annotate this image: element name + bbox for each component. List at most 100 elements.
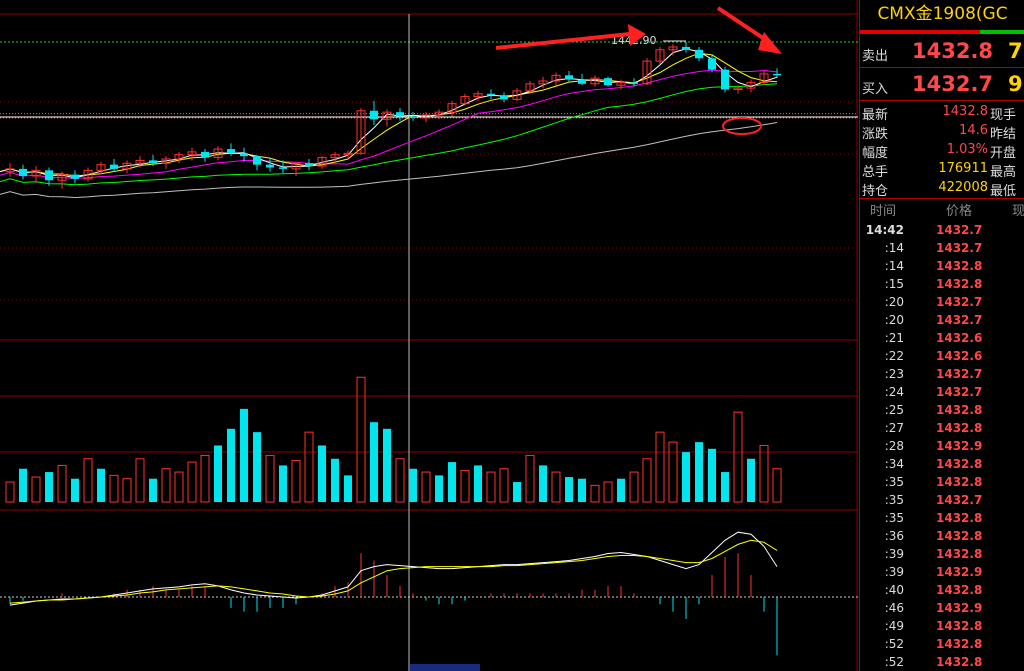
- volume-bar: [708, 448, 716, 502]
- tick-price: 1432.7: [936, 385, 983, 399]
- info-value: 422008: [938, 180, 988, 195]
- tick-time: :22: [884, 349, 904, 363]
- info-label: 持仓: [862, 184, 889, 199]
- candle-body: [409, 116, 417, 118]
- tick-row: :20 1432.7: [860, 311, 1024, 329]
- sell-buy-ratio-bar: [860, 30, 980, 34]
- info-row: 幅度 1.03% 开盘: [860, 141, 1024, 161]
- candle-body: [396, 112, 404, 117]
- volume-bar: [200, 454, 210, 503]
- info-value: 1.03%: [946, 142, 988, 157]
- tick-price: 1432.8: [936, 457, 983, 471]
- info-label-2: 昨结: [990, 127, 1017, 142]
- volume-bar: [629, 471, 639, 503]
- volume-bar: [565, 477, 573, 502]
- volume-bar: [97, 468, 105, 502]
- volume-bar: [109, 474, 119, 503]
- volume-bar: [682, 452, 690, 502]
- tick-price: 1432.6: [936, 331, 983, 345]
- volume-bar: [161, 468, 171, 503]
- tick-price: 1432.6: [936, 349, 983, 363]
- tick-time: :52: [884, 655, 904, 669]
- tick-header-price: 价格: [946, 204, 973, 219]
- volume-bar: [135, 458, 145, 503]
- volume-bar: [525, 454, 535, 503]
- volume-bar: [344, 475, 352, 502]
- tick-price: 1432.8: [936, 277, 983, 291]
- info-label-2: 最低: [990, 184, 1017, 199]
- volume-bar: [448, 462, 456, 502]
- tick-time: :52: [884, 637, 904, 651]
- volume-bar: [304, 431, 314, 503]
- tick-price: 1432.8: [936, 529, 983, 543]
- candle-body: [370, 110, 378, 120]
- tick-price: 1432.8: [936, 403, 983, 417]
- tick-time: :27: [884, 421, 904, 435]
- tick-price: 1432.9: [936, 565, 983, 579]
- contract-title: CMX金1908(GC: [877, 4, 1008, 24]
- tick-time: :49: [884, 619, 904, 633]
- kline-chart[interactable]: 1442.90: [0, 0, 858, 671]
- tick-time: :36: [884, 529, 904, 543]
- buy-row: 买入 1432.7 9: [860, 70, 1024, 100]
- volume-bar: [603, 481, 613, 503]
- info-value: 14.6: [959, 123, 988, 138]
- tick-row: :52 1432.8: [860, 653, 1024, 671]
- volume-bar: [695, 442, 703, 502]
- tick-price: 1432.8: [936, 547, 983, 561]
- info-row: 持仓 422008 最低: [860, 179, 1024, 199]
- volume-bar: [187, 461, 197, 503]
- volume-bar: [370, 422, 378, 502]
- volume-bar: [383, 428, 391, 502]
- tick-time: :46: [884, 601, 904, 615]
- info-label: 最新: [862, 108, 889, 123]
- info-label: 总手: [862, 165, 889, 180]
- tick-price: 1432.7: [936, 313, 983, 327]
- tick-row: :22 1432.6: [860, 347, 1024, 365]
- candle-body: [500, 95, 508, 100]
- buy-price: 1432.7: [912, 72, 994, 96]
- candle-body: [266, 164, 274, 168]
- candle-body: [110, 164, 118, 169]
- info-value: 176911: [938, 161, 988, 176]
- volume-bar: [513, 482, 521, 502]
- volume-bar: [435, 475, 443, 502]
- tick-time: :34: [884, 457, 904, 471]
- tick-row: :46 1432.9: [860, 599, 1024, 617]
- volume-bar: [279, 465, 287, 502]
- candle-body: [695, 49, 703, 59]
- tick-time: :39: [884, 565, 904, 579]
- candle-body: [773, 73, 781, 76]
- tick-price: 1432.7: [936, 295, 983, 309]
- tick-time: :35: [884, 493, 904, 507]
- tick-time: :14: [884, 259, 904, 273]
- tick-time: :28: [884, 439, 904, 453]
- tick-time: :21: [884, 331, 904, 345]
- volume-bar: [395, 458, 405, 503]
- volume-bar: [733, 411, 743, 503]
- quote-panel: CMX金1908(GC 卖出 1432.8 7 买入 1432.7 9 最新 14…: [859, 0, 1024, 671]
- info-label-2: 开盘: [990, 146, 1017, 161]
- candle-body: [19, 168, 27, 176]
- sell-label: 卖出: [862, 49, 889, 64]
- volume-bar: [240, 408, 248, 502]
- tick-price: 1432.7: [936, 241, 983, 255]
- tick-row: :15 1432.8: [860, 275, 1024, 293]
- volume-bar: [253, 432, 261, 502]
- sell-volume: 7: [1008, 39, 1023, 63]
- candle-body: [604, 78, 612, 86]
- tick-price: 1432.9: [936, 601, 983, 615]
- tick-time: :23: [884, 367, 904, 381]
- candle-body: [565, 75, 573, 80]
- volume-bar: [539, 465, 547, 502]
- volume-bar: [668, 441, 678, 503]
- tick-price: 1432.8: [936, 637, 983, 651]
- tick-row: :34 1432.8: [860, 455, 1024, 473]
- volume-bar: [486, 471, 496, 503]
- volume-bar: [318, 445, 326, 502]
- tick-row: :23 1432.7: [860, 365, 1024, 383]
- tick-time: :14: [884, 241, 904, 255]
- info-label-2: 最高: [990, 165, 1017, 180]
- candle-body: [253, 156, 261, 165]
- annotation-arrow-1: [495, 32, 631, 50]
